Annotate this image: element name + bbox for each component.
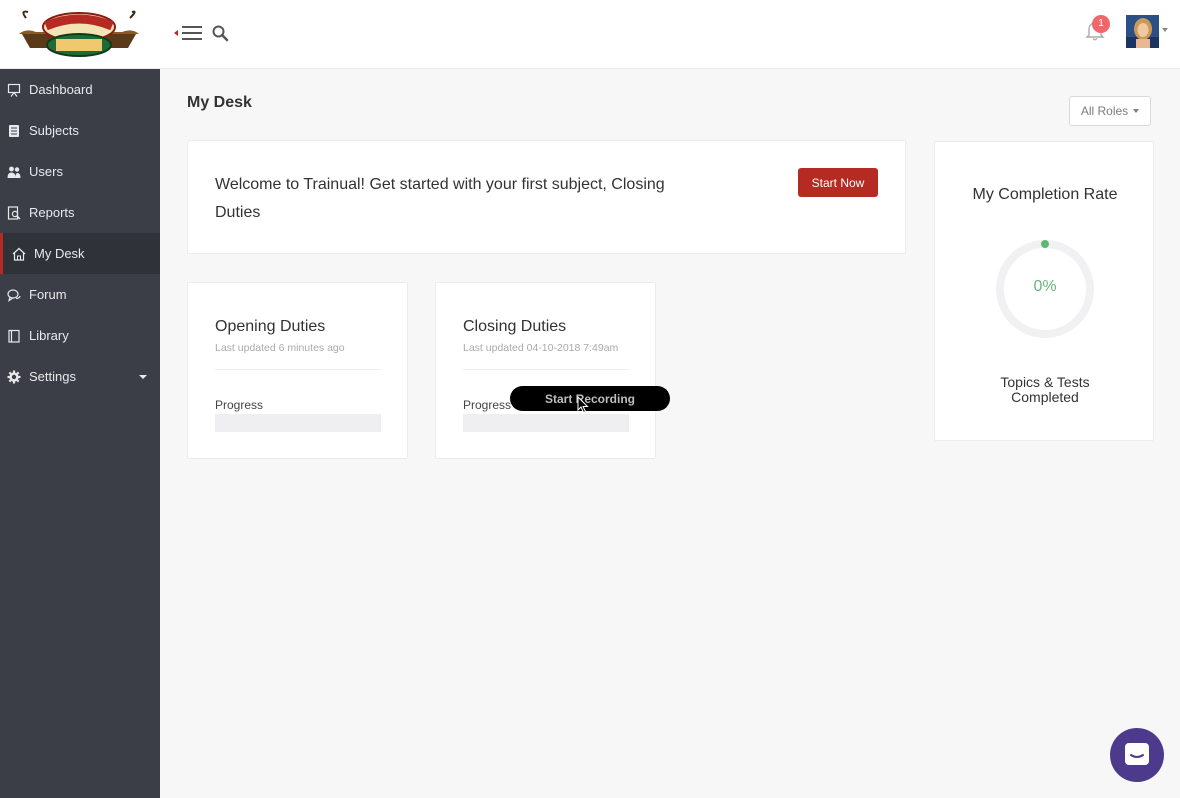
sidebar-item-label: Library [29, 328, 69, 343]
notification-count-badge[interactable]: 1 [1092, 15, 1110, 33]
start-recording-button[interactable]: Start Recording [510, 386, 670, 411]
gear-icon [7, 370, 21, 383]
sidebar-item-reports[interactable]: Reports [0, 192, 160, 233]
completion-rate-card: My Completion Rate 0% Topics & Tests Com… [934, 141, 1154, 441]
sidebar-item-users[interactable]: Users [0, 151, 160, 192]
roles-filter-dropdown[interactable]: All Roles [1069, 96, 1151, 126]
avatar-caret-icon[interactable] [1162, 28, 1168, 32]
subject-updated: Last updated 04-10-2018 7:49am [463, 342, 619, 354]
completion-ring-marker [1041, 240, 1049, 248]
sidebar-item-forum[interactable]: Forum [0, 274, 160, 315]
book-icon [9, 124, 19, 137]
report-icon [7, 205, 21, 220]
sidebar: Dashboard Subjects Users Reports My Desk… [0, 69, 160, 798]
roles-filter-label: All Roles [1080, 104, 1129, 118]
chevron-down-icon [139, 375, 147, 379]
progress-label: Progress [463, 398, 512, 412]
search-icon[interactable] [211, 24, 229, 42]
top-bar: 1 [0, 0, 1180, 69]
chat-icon [1125, 743, 1149, 765]
mouse-cursor-icon [577, 396, 589, 414]
chevron-down-icon [1133, 109, 1140, 113]
central-perk-logo[interactable] [16, 10, 142, 58]
sidebar-item-library[interactable]: Library [0, 315, 160, 356]
divider [215, 369, 381, 370]
divider [463, 369, 629, 370]
completion-rate-title: My Completion Rate [972, 186, 1118, 203]
completion-rate-value: 0% [1033, 278, 1057, 295]
sidebar-toggle-icon[interactable] [174, 24, 204, 42]
sidebar-item-label: Users [29, 164, 63, 179]
home-icon [12, 247, 26, 261]
completion-rate-caption: Topics & Tests Completed [1000, 374, 1090, 405]
subject-card-opening-duties[interactable]: Opening Duties Last updated 6 minutes ag… [187, 282, 408, 459]
subject-updated: Last updated 6 minutes ago [215, 342, 345, 354]
progress-label: Progress [215, 398, 264, 412]
sidebar-item-label: My Desk [34, 246, 85, 261]
subject-title[interactable]: Closing Duties [463, 318, 566, 336]
progress-bar [463, 414, 629, 432]
sidebar-item-label: Subjects [29, 123, 79, 138]
sidebar-item-settings[interactable]: Settings [0, 356, 160, 397]
sidebar-item-label: Forum [29, 287, 67, 302]
sidebar-item-my-desk[interactable]: My Desk [0, 233, 160, 274]
chat-bubbles-icon [7, 288, 21, 302]
sidebar-item-dashboard[interactable]: Dashboard [0, 69, 160, 110]
users-icon [7, 166, 21, 178]
welcome-message: Welcome to Trainual! Get started with yo… [215, 176, 665, 221]
progress-bar [215, 414, 381, 432]
sidebar-item-label: Reports [29, 205, 75, 220]
presentation-icon [7, 83, 21, 97]
user-avatar[interactable] [1126, 15, 1159, 48]
library-icon [8, 329, 20, 343]
start-now-button[interactable]: Start Now [798, 168, 878, 197]
sidebar-item-subjects[interactable]: Subjects [0, 110, 160, 151]
page-title: My Desk [187, 94, 252, 111]
subject-card-closing-duties[interactable]: Closing Duties Last updated 04-10-2018 7… [435, 282, 656, 459]
chat-launcher-button[interactable] [1110, 728, 1164, 782]
subject-title[interactable]: Opening Duties [215, 318, 325, 336]
sidebar-item-label: Dashboard [29, 82, 93, 97]
sidebar-item-label: Settings [29, 369, 76, 384]
welcome-card: Welcome to Trainual! Get started with yo… [187, 140, 906, 254]
